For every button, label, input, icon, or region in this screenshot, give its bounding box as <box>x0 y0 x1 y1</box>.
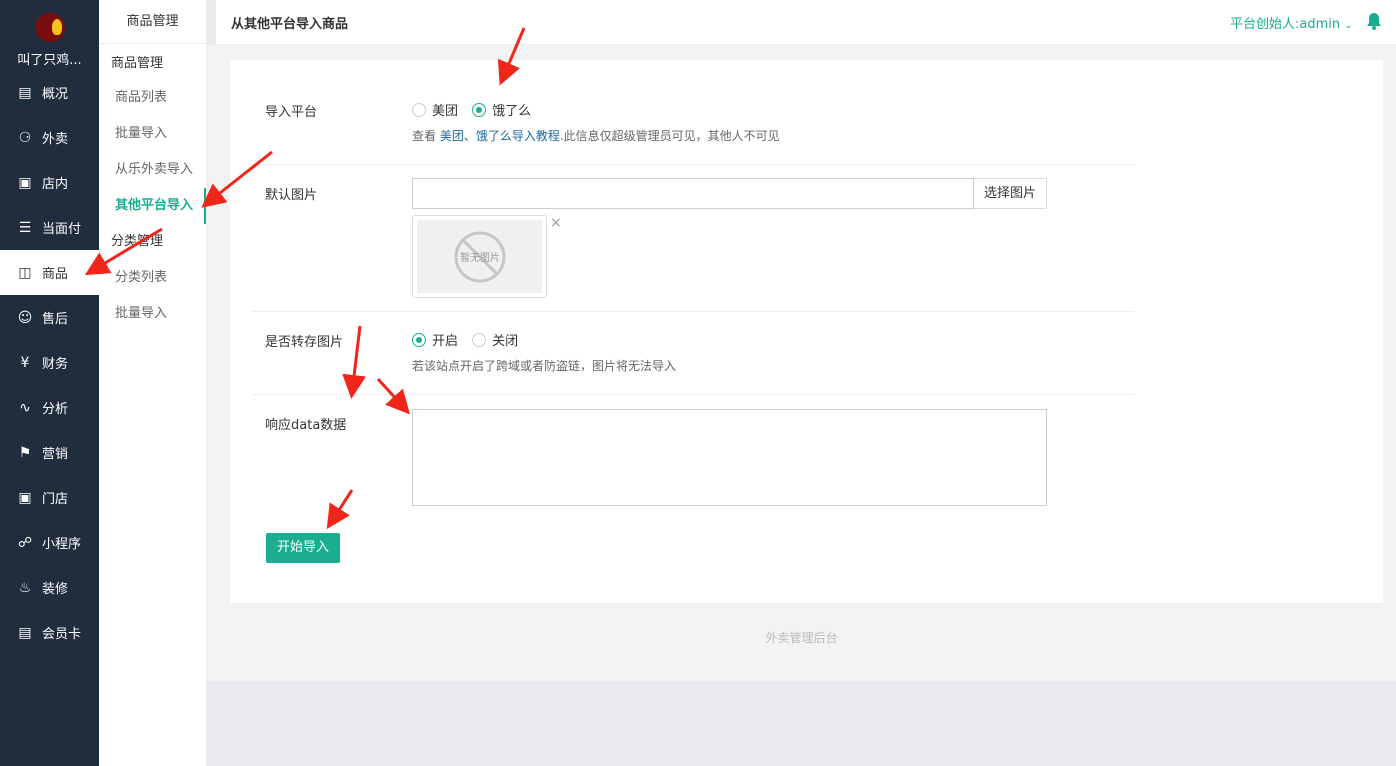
subnav-item-category-batch-import[interactable]: 批量导入 <box>99 296 206 332</box>
sidebar-item-7[interactable]: ∿ 分析 <box>0 385 99 430</box>
store-icon: ▣ <box>18 174 32 191</box>
transfer-help: 若该站点开启了跨域或者防盗链，图片将无法导入 <box>412 358 677 373</box>
fire-icon: ♨ <box>18 579 32 596</box>
sidebar-nav: ▤ 概况 ⚆ 外卖 ▣ 店内 ☰ 当面付 ◫ 商品 ☺ 售后 ¥ 财务 ∿ 分析 ⚑ 营销 ▣ 门店 ☍ 小程序 ♨ 装修 ▤ 会… <box>0 70 99 655</box>
default-image-input[interactable] <box>412 178 974 209</box>
aftersale-icon: ☺ <box>17 309 33 326</box>
sidebar-item-label: 售后 <box>42 312 69 327</box>
platform-radio-group: 美团 饿了么 查看 美团、饿了么导入教程.此信息仅超级管理员可见，其他人不可见 <box>412 100 780 144</box>
sidebar-item-label: 店内 <box>42 177 69 192</box>
sidebar-item-label: 概况 <box>42 87 69 102</box>
chevron-down-icon: ⌄ <box>1344 20 1353 31</box>
subnav-item-category-list[interactable]: 分类列表 <box>99 260 206 296</box>
sidebar-item-10[interactable]: ☍ 小程序 <box>0 520 99 565</box>
overview-icon: ▤ <box>18 84 32 101</box>
subnav-item-batch-import[interactable]: 批量导入 <box>99 116 206 152</box>
sidebar-item-11[interactable]: ♨ 装修 <box>0 565 99 610</box>
footer-text: 外卖管理后台 <box>765 631 838 645</box>
subnav-item-other-platform-import[interactable]: 其他平台导入 <box>99 188 206 224</box>
platform-help: 查看 美团、饿了么导入教程.此信息仅超级管理员可见，其他人不可见 <box>412 128 780 143</box>
sidebar-item-8[interactable]: ⚑ 营销 <box>0 430 99 475</box>
platform-row: 导入平台 美团 饿了么 查看 美团、饿了么导入教程.此信息仅超级管理员可见，其他… <box>252 84 1134 165</box>
card-icon: ▤ <box>18 624 32 641</box>
sidebar-item-12[interactable]: ▤ 会员卡 <box>0 610 99 655</box>
select-image-button[interactable]: 选择图片 <box>974 178 1047 209</box>
sidebar-item-label: 门店 <box>42 492 69 507</box>
delivery-icon: ⚆ <box>18 129 32 146</box>
sidebar-item-label: 营销 <box>42 447 69 462</box>
subnav-item-lewaimai-import[interactable]: 从乐外卖导入 <box>99 152 206 188</box>
trend-icon: ∿ <box>19 399 31 416</box>
image-preview: 暂无图片 <box>412 215 547 298</box>
subnav-group-goods: 商品管理 <box>111 56 164 71</box>
sidebar-item-label: 财务 <box>42 357 69 372</box>
response-data-textarea[interactable] <box>412 409 1047 506</box>
secondary-sidebar: 商品管理 商品管理 商品列表 批量导入 从乐外卖导入 其他平台导入 分类管理 分… <box>99 0 207 766</box>
sidebar-item-9[interactable]: ▣ 门店 <box>0 475 99 520</box>
sidebar-item-label: 小程序 <box>42 537 82 552</box>
subnav-item-goods-list[interactable]: 商品列表 <box>99 80 206 116</box>
list-icon: ☰ <box>18 219 32 236</box>
remove-image-icon[interactable]: × <box>550 215 562 231</box>
bag-icon: ◫ <box>18 264 32 281</box>
radio-eleme[interactable]: 饿了么 <box>472 100 531 119</box>
tutorial-link[interactable]: 美团、饿了么导入教程 <box>440 129 560 143</box>
user-menu[interactable]: 平台创始人:admin ⌄ <box>1230 13 1353 32</box>
brand-logo <box>34 13 65 42</box>
sidebar-item-label: 商品 <box>42 267 69 282</box>
miniapp-icon: ☍ <box>17 534 33 551</box>
no-image-text: 暂无图片 <box>460 251 500 264</box>
primary-sidebar: 叫了只鸡... ▤ 概况 ⚆ 外卖 ▣ 店内 ☰ 当面付 ◫ 商品 ☺ 售后 ¥ 财务 ∿ 分析 ⚑ 营销 ▣ 门店 ☍… <box>0 0 99 766</box>
page-title: 从其他平台导入商品 <box>231 17 349 32</box>
sidebar-item-label: 会员卡 <box>42 627 82 642</box>
sidebar-item-label: 外卖 <box>42 132 69 147</box>
sidebar-item-label: 分析 <box>42 402 69 417</box>
sidebar-item-1[interactable]: ⚆ 外卖 <box>0 115 99 160</box>
transfer-image-label: 是否转存图片 <box>265 335 344 350</box>
response-data-label: 响应data数据 <box>265 418 347 433</box>
flag-icon: ⚑ <box>18 444 32 461</box>
sidebar-item-6[interactable]: ¥ 财务 <box>0 340 99 385</box>
sidebar-item-4[interactable]: ◫ 商品 <box>0 250 99 295</box>
user-name: 平台创始人:admin <box>1230 17 1341 32</box>
sidebar-item-label: 装修 <box>42 582 69 597</box>
bell-icon[interactable] <box>1366 12 1382 30</box>
sidebar-item-5[interactable]: ☺ 售后 <box>0 295 99 340</box>
radio-meituan[interactable]: 美团 <box>412 100 458 119</box>
subnav-group-category: 分类管理 <box>111 234 164 249</box>
transfer-image-row: 是否转存图片 开启 关闭 若该站点开启了跨域或者防盗链，图片将无法导入 <box>252 312 1134 395</box>
sidebar-item-3[interactable]: ☰ 当面付 <box>0 205 99 250</box>
yen-icon: ¥ <box>20 354 30 371</box>
subnav-title: 商品管理 <box>99 0 206 44</box>
sidebar-item-2[interactable]: ▣ 店内 <box>0 160 99 205</box>
brand[interactable]: 叫了只鸡... <box>0 0 99 68</box>
radio-enable[interactable]: 开启 <box>412 330 458 349</box>
default-image-label: 默认图片 <box>265 188 318 203</box>
sidebar-item-label: 当面付 <box>42 222 82 237</box>
top-header: 从其他平台导入商品 平台创始人:admin ⌄ <box>216 0 1396 45</box>
default-image-row: 默认图片 选择图片 暂无图片 × <box>252 165 1134 312</box>
sidebar-item-0[interactable]: ▤ 概况 <box>0 70 99 115</box>
no-image-icon: 暂无图片 <box>454 231 505 282</box>
brand-name: 叫了只鸡... <box>17 53 82 68</box>
start-import-button[interactable]: 开始导入 <box>266 533 340 563</box>
radio-disable[interactable]: 关闭 <box>472 330 518 349</box>
transfer-radio-group: 开启 关闭 若该站点开启了跨域或者防盗链，图片将无法导入 <box>412 330 676 374</box>
platform-label: 导入平台 <box>265 105 318 120</box>
shop-icon: ▣ <box>18 489 32 506</box>
